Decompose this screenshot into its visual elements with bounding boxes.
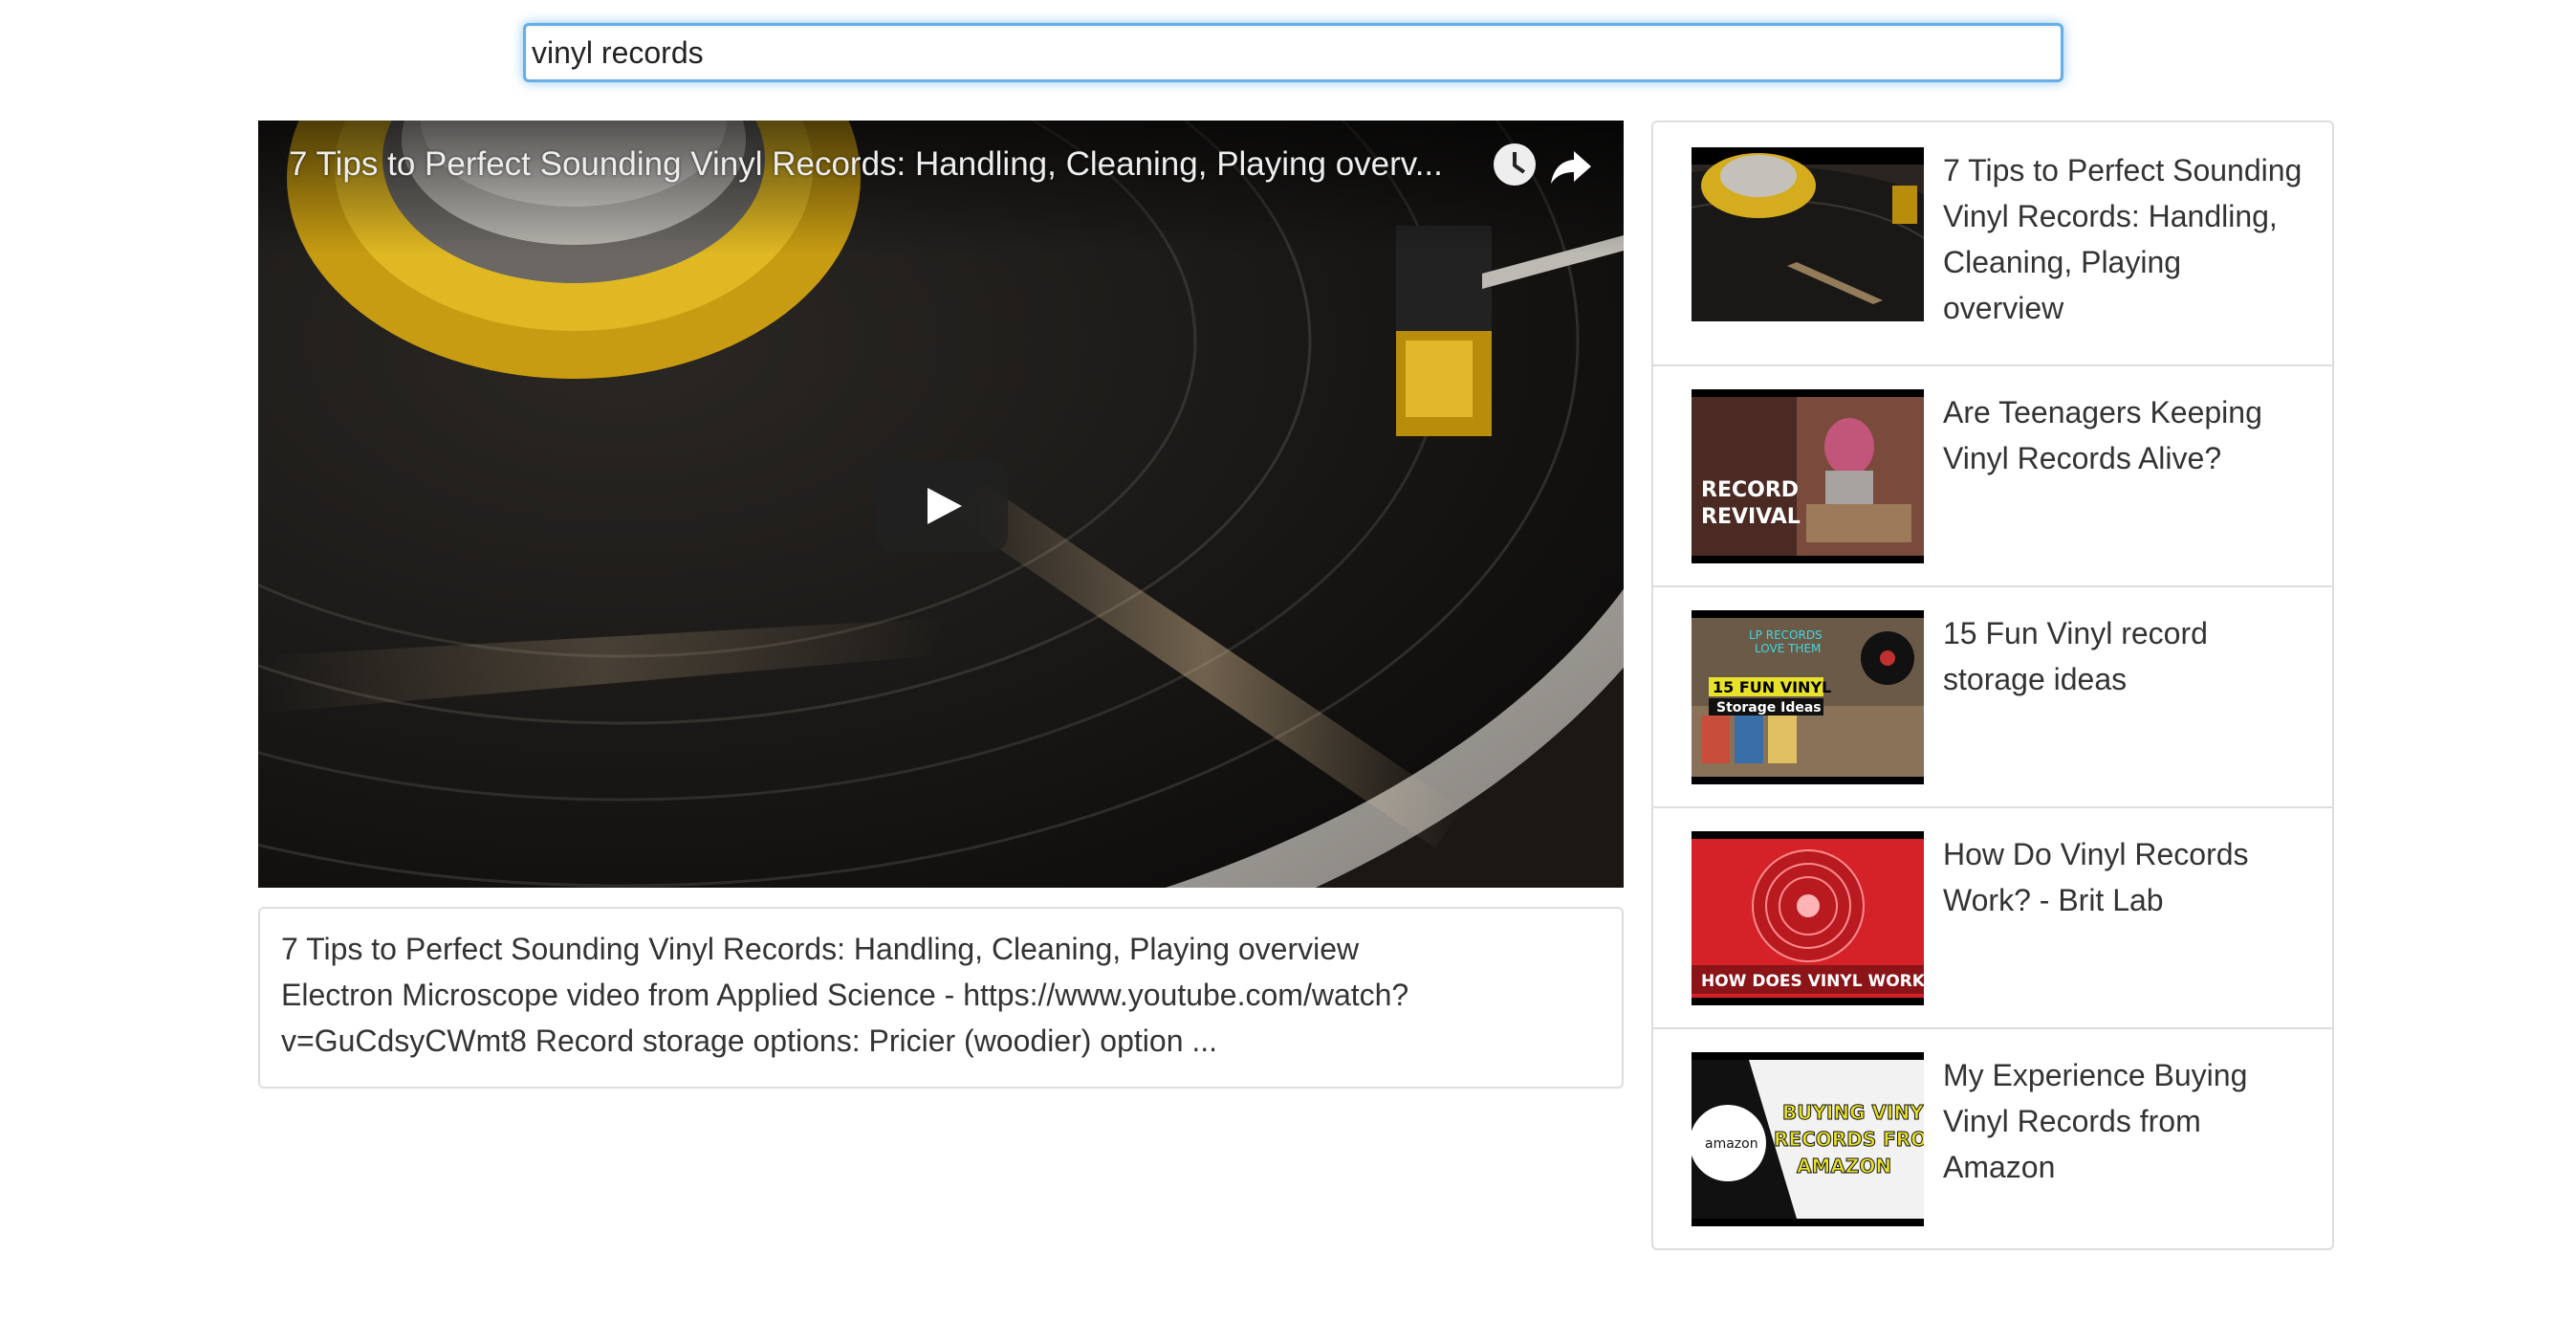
result-thumbnail[interactable]: HOW DOES VINYL WORK? [1692,831,1924,1005]
play-icon[interactable] [876,460,1008,552]
search-box[interactable] [523,23,2063,82]
result-thumbnail[interactable] [1692,147,1924,321]
result-thumbnail[interactable]: RECORD REVIVAL [1692,389,1924,563]
result-item[interactable]: LP RECORDS LOVE THEM 15 FUN VINYL Storag… [1653,585,2332,806]
thumb-text: LOVE THEM [1755,642,1821,655]
thumb-text: RECORDS FROM [1774,1128,1924,1151]
result-title[interactable]: How Do Vinyl Records Work? - Brit Lab [1943,831,2306,923]
result-thumbnail[interactable]: amazon BUYING VINYL RECORDS FROM AMAZON [1692,1052,1924,1226]
result-item[interactable]: 7 Tips to Perfect Sounding Vinyl Records… [1653,122,2332,364]
result-item[interactable]: amazon BUYING VINYL RECORDS FROM AMAZON … [1653,1027,2332,1248]
thumb-text: RECORD [1701,478,1799,502]
result-title[interactable]: 7 Tips to Perfect Sounding Vinyl Records… [1943,147,2306,331]
result-item[interactable]: HOW DOES VINYL WORK? How Do Vinyl Record… [1653,806,2332,1027]
share-icon[interactable] [1545,140,1599,193]
thumb-text: Storage Ideas [1716,700,1822,716]
player-top-gradient [258,121,1624,254]
video-search-app: 7 Tips to Perfect Sounding Vinyl Records… [0,0,2576,1343]
search-input[interactable] [526,26,2061,79]
video-description: 7 Tips to Perfect Sounding Vinyl Records… [258,907,1624,1089]
thumb-text: LP RECORDS [1749,628,1823,642]
thumb-text: BUYING VINYL [1782,1101,1924,1124]
result-item[interactable]: RECORD REVIVAL Are Teenagers Keeping Vin… [1653,364,2332,585]
thumb-text: AMAZON [1797,1155,1891,1178]
description-text: Electron Microscope video from Applied S… [281,978,1409,1058]
description-title: 7 Tips to Perfect Sounding Vinyl Records… [281,932,1360,966]
result-title[interactable]: Are Teenagers Keeping Vinyl Records Aliv… [1943,389,2306,481]
thumb-text: HOW DOES VINYL WORK? [1701,972,1924,991]
result-thumbnail[interactable]: LP RECORDS LOVE THEM 15 FUN VINYL Storag… [1692,610,1924,784]
thumb-text: amazon [1705,1136,1758,1152]
video-player[interactable]: 7 Tips to Perfect Sounding Vinyl Records… [258,121,1624,888]
thumb-text: 15 FUN VINYL [1713,678,1831,696]
thumb-text: REVIVAL [1701,505,1801,529]
results-list: 7 Tips to Perfect Sounding Vinyl Records… [1651,121,2334,1250]
player-title[interactable]: 7 Tips to Perfect Sounding Vinyl Records… [289,145,1460,184]
result-title[interactable]: 15 Fun Vinyl record storage ideas [1943,610,2306,702]
result-title[interactable]: My Experience Buying Vinyl Records from … [1943,1052,2306,1190]
watch-later-icon[interactable] [1494,143,1536,186]
